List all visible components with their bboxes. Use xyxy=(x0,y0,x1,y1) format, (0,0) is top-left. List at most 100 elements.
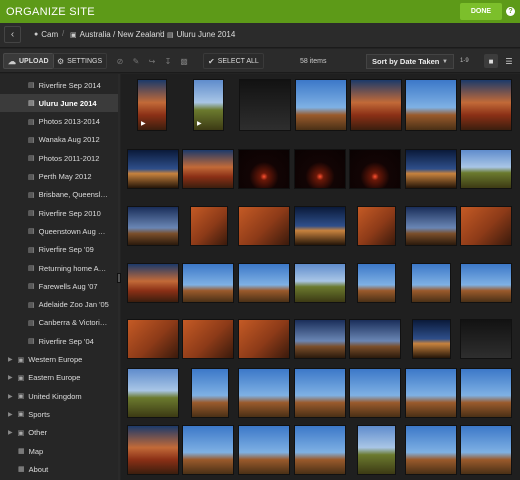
chevron-right-icon: ▶ xyxy=(8,375,13,382)
sidebar-scrollbar[interactable] xyxy=(118,74,120,480)
hide-icon[interactable]: ⊘ xyxy=(114,55,126,67)
sidebar-item-album[interactable]: ▤ Canberra & Victori… xyxy=(0,314,119,332)
done-button[interactable]: DONE xyxy=(460,3,502,20)
photo-thumbnail[interactable]: ▶ xyxy=(138,80,166,130)
sidebar-item-album[interactable]: ▤ Riverfire Sep 2014 xyxy=(0,76,119,94)
sidebar-item-group[interactable]: ▶ ▣ Eastern Europe xyxy=(0,369,119,387)
select-all-button[interactable]: ✔ SELECT ALL xyxy=(203,53,264,69)
photo-thumbnail[interactable] xyxy=(183,150,233,188)
sidebar-item-album[interactable]: ▤ Riverfire Sep '09 xyxy=(0,241,119,259)
sidebar-item-label: Farewells Aug '07 xyxy=(38,281,98,291)
photo-thumbnail[interactable] xyxy=(183,426,233,474)
sidebar-item-group[interactable]: ▶ ▣ United Kingdom xyxy=(0,387,119,405)
photo-thumbnail[interactable] xyxy=(413,320,450,358)
sidebar-item-album[interactable]: ▤ Returning home A… xyxy=(0,259,119,277)
photo-thumbnail[interactable] xyxy=(239,207,289,245)
photo-thumbnail[interactable] xyxy=(239,150,289,188)
sidebar-item-label: About xyxy=(28,464,49,474)
photo-thumbnail[interactable] xyxy=(358,207,395,245)
sidebar-item-album[interactable]: ▤ Brisbane, Queensl… xyxy=(0,186,119,204)
photo-thumbnail[interactable] xyxy=(239,426,289,474)
photo-thumbnail[interactable] xyxy=(461,426,511,474)
photo-thumbnail[interactable] xyxy=(406,369,456,417)
photo-thumbnail[interactable] xyxy=(406,150,456,188)
sidebar-item-label: Riverfire Sep '09 xyxy=(38,245,94,255)
photo-thumbnail[interactable] xyxy=(295,150,345,188)
photo-thumbnail[interactable] xyxy=(350,369,400,417)
photo-thumbnail[interactable] xyxy=(406,207,456,245)
photo-thumbnail[interactable] xyxy=(461,150,511,188)
photo-thumbnail[interactable] xyxy=(183,320,233,358)
sort-select[interactable]: Sort by Date Taken ▼ xyxy=(366,54,454,69)
photo-thumbnail[interactable] xyxy=(295,369,345,417)
photo-thumbnail[interactable] xyxy=(461,207,511,245)
upload-button[interactable]: ☁ UPLOAD xyxy=(3,53,54,69)
sidebar-item-album[interactable]: ▤ Farewells Aug '07 xyxy=(0,277,119,295)
album-icon: ▤ xyxy=(28,82,35,89)
photo-thumbnail[interactable] xyxy=(295,207,345,245)
back-button[interactable]: ‹ xyxy=(4,26,21,43)
breadcrumb-separator: / xyxy=(62,29,65,38)
photo-thumbnail[interactable] xyxy=(183,264,233,302)
photo-thumbnail[interactable] xyxy=(128,207,178,245)
photo-thumbnail[interactable] xyxy=(351,80,401,130)
photo-thumbnail[interactable] xyxy=(461,320,511,358)
photo-thumbnail[interactable] xyxy=(406,80,456,130)
photo-thumbnail[interactable] xyxy=(295,320,345,358)
photo-thumbnail[interactable] xyxy=(239,264,289,302)
album-icon: ▤ xyxy=(28,210,35,218)
photo-thumbnail[interactable] xyxy=(295,426,345,474)
photo-thumbnail[interactable] xyxy=(358,426,395,474)
sidebar-item-album[interactable]: ▤ Wanaka Aug 2012 xyxy=(0,131,119,149)
photo-thumbnail[interactable] xyxy=(128,369,178,417)
edit-icon[interactable]: ✎ xyxy=(130,55,142,67)
download-icon[interactable]: ↧ xyxy=(162,55,174,67)
photo-thumbnail[interactable] xyxy=(350,150,400,188)
trash-icon[interactable]: ▩ xyxy=(178,55,190,67)
move-icon[interactable]: ↪ xyxy=(146,55,158,67)
photo-thumbnail[interactable] xyxy=(350,320,400,358)
sidebar-item-album[interactable]: ▤ Riverfire Sep 2010 xyxy=(0,204,119,222)
photo-thumbnail[interactable] xyxy=(406,426,456,474)
photo-thumbnail[interactable] xyxy=(191,207,227,245)
photo-thumbnail[interactable] xyxy=(412,264,450,302)
sidebar-item-label: Sports xyxy=(28,409,50,419)
sidebar-item-group[interactable]: ▶ ▣ Other xyxy=(0,424,119,442)
scrollbar-thumb[interactable] xyxy=(118,274,120,282)
list-view-button[interactable]: ☰ xyxy=(502,54,516,68)
sidebar-item-page[interactable]: ▦ About xyxy=(0,460,119,478)
photo-thumbnail[interactable] xyxy=(128,426,178,474)
breadcrumb-folder[interactable]: ▣ Australia / New Zealand xyxy=(70,30,165,39)
sidebar-item-album[interactable]: ▤ Adelaide Zoo Jan '05 xyxy=(0,296,119,314)
breadcrumb-user[interactable]: ● Cam xyxy=(34,30,58,39)
photo-thumbnail[interactable] xyxy=(128,320,178,358)
sidebar-item-album[interactable]: ▤ Uluru June 2014 xyxy=(0,94,119,113)
photo-thumbnail[interactable] xyxy=(128,150,178,188)
grid-view-button[interactable]: ■ xyxy=(484,54,498,68)
photo-thumbnail[interactable] xyxy=(240,80,290,130)
photo-thumbnail[interactable] xyxy=(461,369,511,417)
range-label[interactable]: 1-9 xyxy=(460,58,469,64)
photo-thumbnail[interactable]: ▶ xyxy=(194,80,223,130)
breadcrumb: ‹ ● Cam / ▣ Australia / New Zealand / ▤ Ulu… xyxy=(0,23,520,48)
photo-thumbnail[interactable] xyxy=(239,320,289,358)
sidebar-item-album[interactable]: ▤ Perth May 2012 xyxy=(0,168,119,186)
photo-thumbnail[interactable] xyxy=(461,264,511,302)
photo-thumbnail[interactable] xyxy=(358,264,395,302)
photo-thumbnail[interactable] xyxy=(239,369,289,417)
sidebar-item-album[interactable]: ▤ Riverfire Sep '04 xyxy=(0,332,119,350)
sidebar-item-album[interactable]: ▤ Queenstown Aug … xyxy=(0,222,119,240)
settings-button[interactable]: ⚙ SETTINGS xyxy=(52,53,108,69)
photo-thumbnail[interactable] xyxy=(295,264,345,302)
album-icon: ▤ xyxy=(28,136,35,144)
sidebar-item-page[interactable]: ▦ Map xyxy=(0,442,119,460)
sidebar-item-group[interactable]: ▶ ▣ Sports xyxy=(0,405,119,423)
sidebar-item-album[interactable]: ▤ Photos 2011-2012 xyxy=(0,149,119,167)
photo-thumbnail[interactable] xyxy=(192,369,228,417)
photo-thumbnail[interactable] xyxy=(128,264,178,302)
help-icon[interactable]: ? xyxy=(506,7,515,16)
sidebar-item-album[interactable]: ▤ Photos 2013-2014 xyxy=(0,113,119,131)
photo-thumbnail[interactable] xyxy=(296,80,346,130)
sidebar-item-group[interactable]: ▶ ▣ Western Europe xyxy=(0,351,119,369)
photo-thumbnail[interactable] xyxy=(461,80,511,130)
